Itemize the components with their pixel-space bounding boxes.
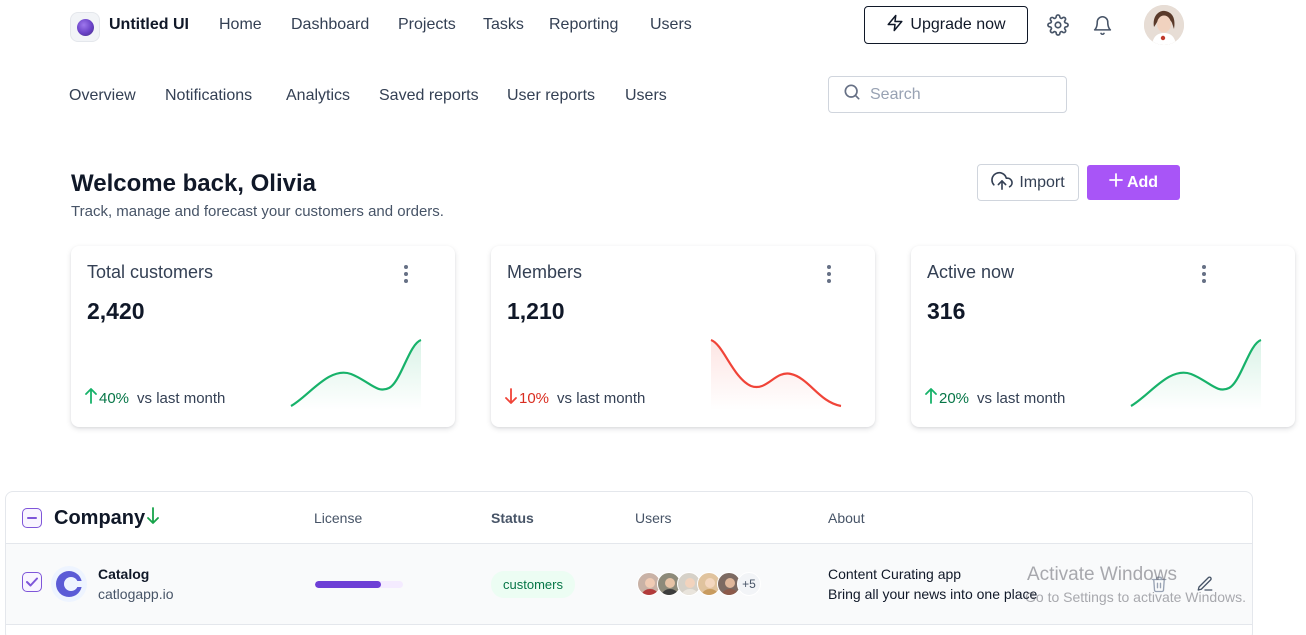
stat-card-total-customers: Total customers 2,420 40% vs last month [71,246,455,427]
nav-projects[interactable]: Projects [398,16,456,34]
nav-reporting[interactable]: Reporting [549,16,618,34]
arrow-down-icon [505,388,517,408]
stat-value: 2,420 [87,298,145,324]
stat-trend: 40% vs last month [85,388,225,408]
import-button[interactable]: Import [977,164,1079,201]
stat-card-members: Members 1,210 10% vs last month [491,246,875,427]
user-avatar-group[interactable]: +5 [637,572,767,598]
about-title: Content Curating app [828,566,962,582]
arrow-up-icon [85,388,97,408]
nav-home[interactable]: Home [219,16,262,34]
tab-saved-reports[interactable]: Saved reports [379,87,479,105]
about-description: Bring all your news into one place [828,586,1038,602]
upgrade-button[interactable]: Upgrade now [864,6,1028,44]
stat-title: Total customers [87,262,214,282]
dots-vertical-icon[interactable] [397,263,415,285]
arrow-up-icon [925,388,937,408]
settings-icon[interactable] [1046,13,1070,37]
status-badge: customers [491,571,575,598]
stat-caption: vs last month [977,389,1066,407]
license-progress-fill [315,581,381,588]
company-name: Catalog [98,566,150,582]
stat-change: 20% [939,389,970,407]
stat-title: Members [507,262,583,282]
stat-caption: vs last month [137,389,226,407]
company-url: catlogapp.io [98,586,174,602]
license-progress [315,581,403,588]
stat-value: 316 [927,298,966,324]
stat-caption: vs last month [557,389,646,407]
sparkline-chart [710,338,842,410]
column-header-company[interactable]: Company [54,507,160,530]
page-title: Welcome back, Olivia [71,170,317,197]
row-checkbox[interactable] [22,572,42,592]
sparkline-chart [290,338,422,410]
activate-windows-subtitle: Go to Settings to activate Windows. [1025,589,1246,605]
more-users-count[interactable]: +5 [737,572,761,596]
tab-user-reports[interactable]: User reports [507,87,595,105]
dots-vertical-icon[interactable] [820,263,838,285]
plus-icon [1109,173,1123,192]
tab-notifications[interactable]: Notifications [165,87,252,105]
company-logo [51,566,87,602]
stat-card-active-now: Active now 316 20% vs last month [911,246,1295,427]
stat-trend: 20% vs last month [925,388,1065,408]
nav-users[interactable]: Users [650,16,692,34]
companies-table: Company License Status Users About Catal… [5,491,1253,635]
nav-dashboard[interactable]: Dashboard [291,16,369,34]
app-name[interactable]: Untitled UI [109,16,189,34]
select-all-checkbox[interactable] [22,508,42,528]
tab-analytics[interactable]: Analytics [286,87,350,105]
logo-mark[interactable] [70,12,100,42]
activate-windows-title: Activate Windows [1027,564,1177,585]
upgrade-label: Upgrade now [910,16,1006,33]
stat-title: Active now [927,262,1015,282]
stat-change: 10% [519,389,550,407]
dots-vertical-icon[interactable] [1195,263,1213,285]
column-header-status[interactable]: Status [491,510,534,526]
sparkline-chart [1130,338,1262,410]
stat-change: 40% [99,389,130,407]
logo-icon [77,19,94,36]
column-header-license[interactable]: License [314,510,362,526]
search-box[interactable] [828,76,1067,113]
add-label: Add [1126,173,1159,191]
nav-tasks[interactable]: Tasks [483,16,524,34]
page-subtitle: Track, manage and forecast your customer… [71,203,444,220]
zap-icon [886,14,904,37]
user-avatar[interactable] [1144,5,1184,45]
tab-overview[interactable]: Overview [69,87,136,105]
search-input[interactable] [870,85,1050,104]
upload-cloud-icon [991,170,1014,195]
search-icon [842,82,862,107]
tab-users[interactable]: Users [625,87,667,105]
stat-trend: 10% vs last month [505,388,645,408]
stat-value: 1,210 [507,298,565,324]
add-button[interactable]: Add [1087,165,1180,200]
column-header-about[interactable]: About [828,510,865,526]
arrow-down-icon [147,507,160,530]
company-column-label: Company [54,507,146,529]
import-label: Import [1019,173,1065,191]
bell-icon[interactable] [1090,13,1114,37]
column-header-users[interactable]: Users [635,510,672,526]
